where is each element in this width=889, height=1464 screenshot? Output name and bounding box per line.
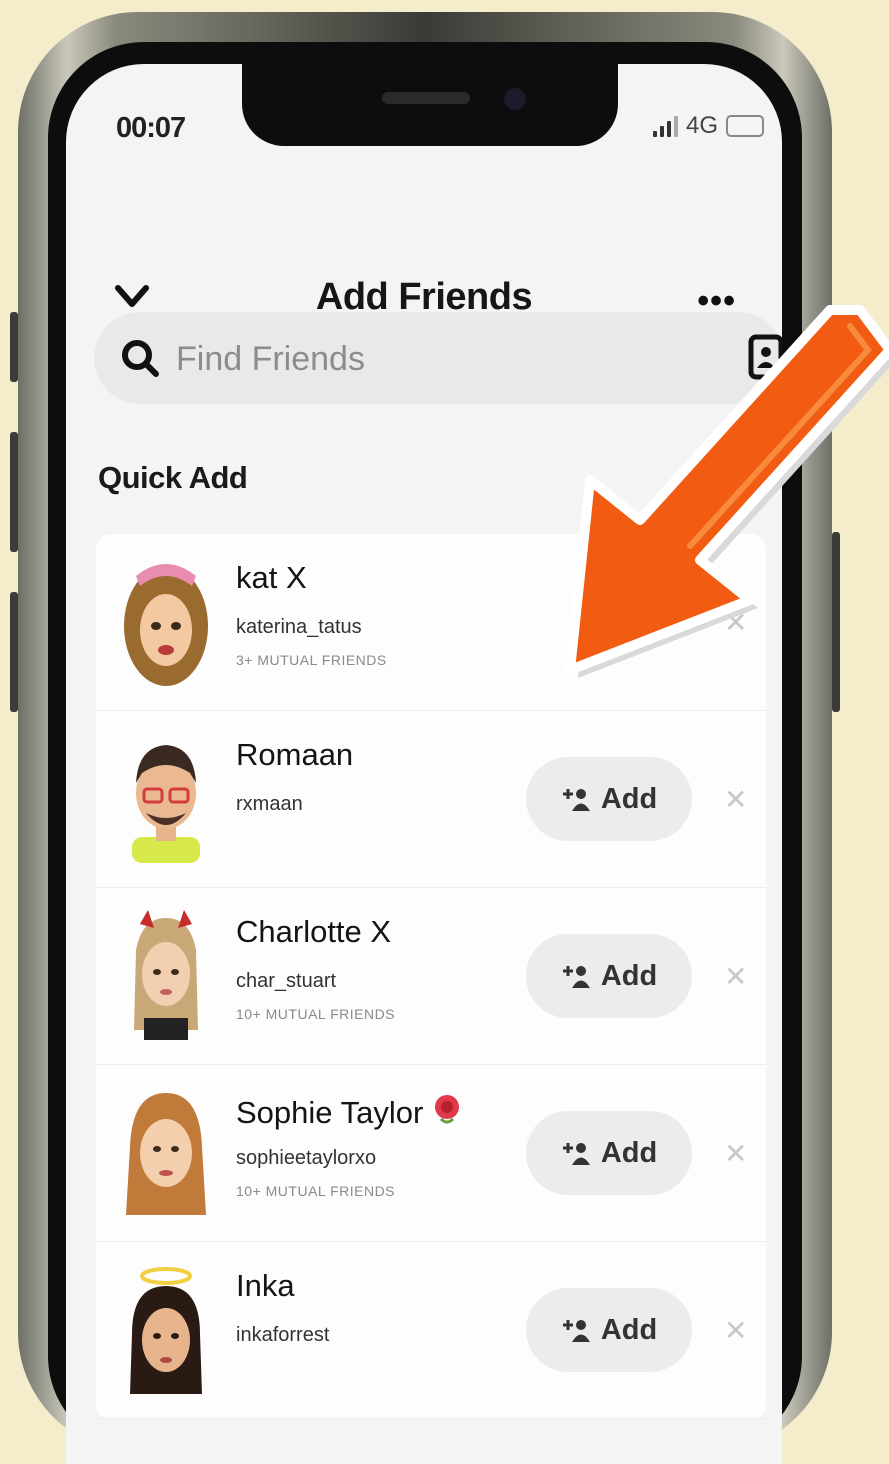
add-user-icon bbox=[562, 789, 590, 811]
mute-switch bbox=[10, 312, 18, 382]
friend-username: inkaforrest bbox=[236, 1324, 330, 1346]
network-label: 4G bbox=[685, 112, 718, 139]
add-button-label: Add bbox=[600, 1313, 658, 1346]
add-friend-button[interactable]: Add bbox=[526, 934, 692, 1018]
avatar bbox=[132, 745, 200, 863]
rose-emoji-icon bbox=[435, 1095, 460, 1124]
avatar bbox=[126, 1093, 206, 1215]
list-item[interactable]: Charlotte X char_stuart 10+ MUTUAL FRIEN… bbox=[96, 888, 766, 1065]
friend-username: rxmaan bbox=[236, 793, 303, 815]
battery-icon bbox=[726, 115, 764, 137]
mutual-friends: 3+ MUTUAL FRIENDS bbox=[236, 652, 387, 668]
mutual-friends: 10+ MUTUAL FRIENDS bbox=[236, 1183, 396, 1199]
friend-name-text: Sophie Taylor bbox=[236, 1095, 424, 1130]
avatar bbox=[134, 910, 198, 1040]
friend-name: Inka bbox=[236, 1268, 295, 1303]
add-friend-button[interactable]: Add bbox=[526, 1111, 692, 1195]
avatar bbox=[130, 1267, 202, 1394]
list-item[interactable]: Romaan rxmaan Add ✕ bbox=[96, 711, 766, 888]
friend-username: char_stuart bbox=[236, 970, 337, 992]
close-icon[interactable]: ✕ bbox=[724, 960, 747, 993]
add-button-label: Add bbox=[600, 1136, 658, 1169]
section-title: Quick Add bbox=[98, 460, 248, 495]
list-item[interactable]: Inka inkaforrest Add ✕ bbox=[96, 1242, 766, 1419]
add-button-label: Add bbox=[600, 959, 658, 992]
add-user-icon bbox=[562, 1320, 590, 1342]
add-user-icon bbox=[562, 1143, 590, 1165]
volume-up-button bbox=[10, 432, 18, 552]
friend-name: Charlotte X bbox=[236, 914, 392, 949]
close-icon[interactable]: ✕ bbox=[724, 783, 747, 816]
search-icon bbox=[122, 340, 159, 377]
friend-username: katerina_tatus bbox=[236, 616, 362, 638]
add-friend-button[interactable]: Add bbox=[526, 1288, 692, 1372]
front-camera bbox=[504, 88, 526, 110]
speaker-grille bbox=[382, 92, 470, 104]
add-friend-button[interactable]: Add bbox=[526, 757, 692, 841]
status-indicators: 4G bbox=[652, 112, 764, 140]
status-time: 00:07 bbox=[116, 112, 186, 144]
volume-down-button bbox=[10, 592, 18, 712]
friend-name: Sophie Taylor bbox=[236, 1091, 465, 1131]
add-button-label: Add bbox=[600, 782, 658, 815]
mutual-friends: 10+ MUTUAL FRIENDS bbox=[236, 1006, 396, 1022]
signal-icon bbox=[652, 115, 678, 137]
pointer-arrow-icon bbox=[565, 305, 889, 678]
friend-username: sophieetaylorxo bbox=[236, 1147, 377, 1169]
friend-name: Romaan bbox=[236, 737, 354, 772]
list-item[interactable]: Sophie Taylor sophieetaylorxo 10+ MUTUAL… bbox=[96, 1065, 766, 1242]
avatar bbox=[124, 564, 208, 686]
close-icon[interactable]: ✕ bbox=[724, 1314, 747, 1347]
add-user-icon bbox=[562, 966, 590, 988]
notch bbox=[242, 64, 618, 146]
close-icon[interactable]: ✕ bbox=[724, 1137, 747, 1170]
friend-name: kat X bbox=[236, 560, 307, 595]
